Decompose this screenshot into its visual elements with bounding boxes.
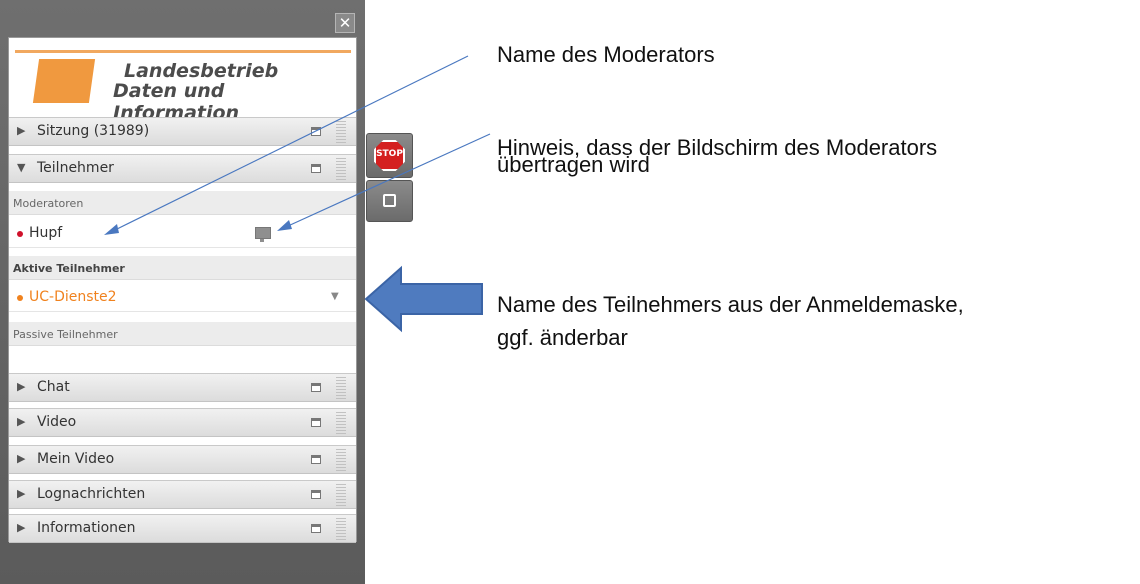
annotation-screen-hint-2: übertragen wird — [497, 152, 650, 177]
screen-hint-leader-line — [287, 133, 491, 227]
moderator-leader-line — [114, 55, 469, 231]
annotation-moderator-name: Name des Moderators — [497, 42, 715, 67]
annotation-participant-name-1: Name des Teilnehmers aus der Anmeldemask… — [497, 292, 964, 317]
screen-hint-arrowhead — [277, 220, 292, 231]
participant-block-arrow — [364, 265, 483, 333]
moderator-arrowhead — [104, 224, 119, 235]
annotation-participant-name-2: ggf. änderbar — [497, 325, 628, 350]
